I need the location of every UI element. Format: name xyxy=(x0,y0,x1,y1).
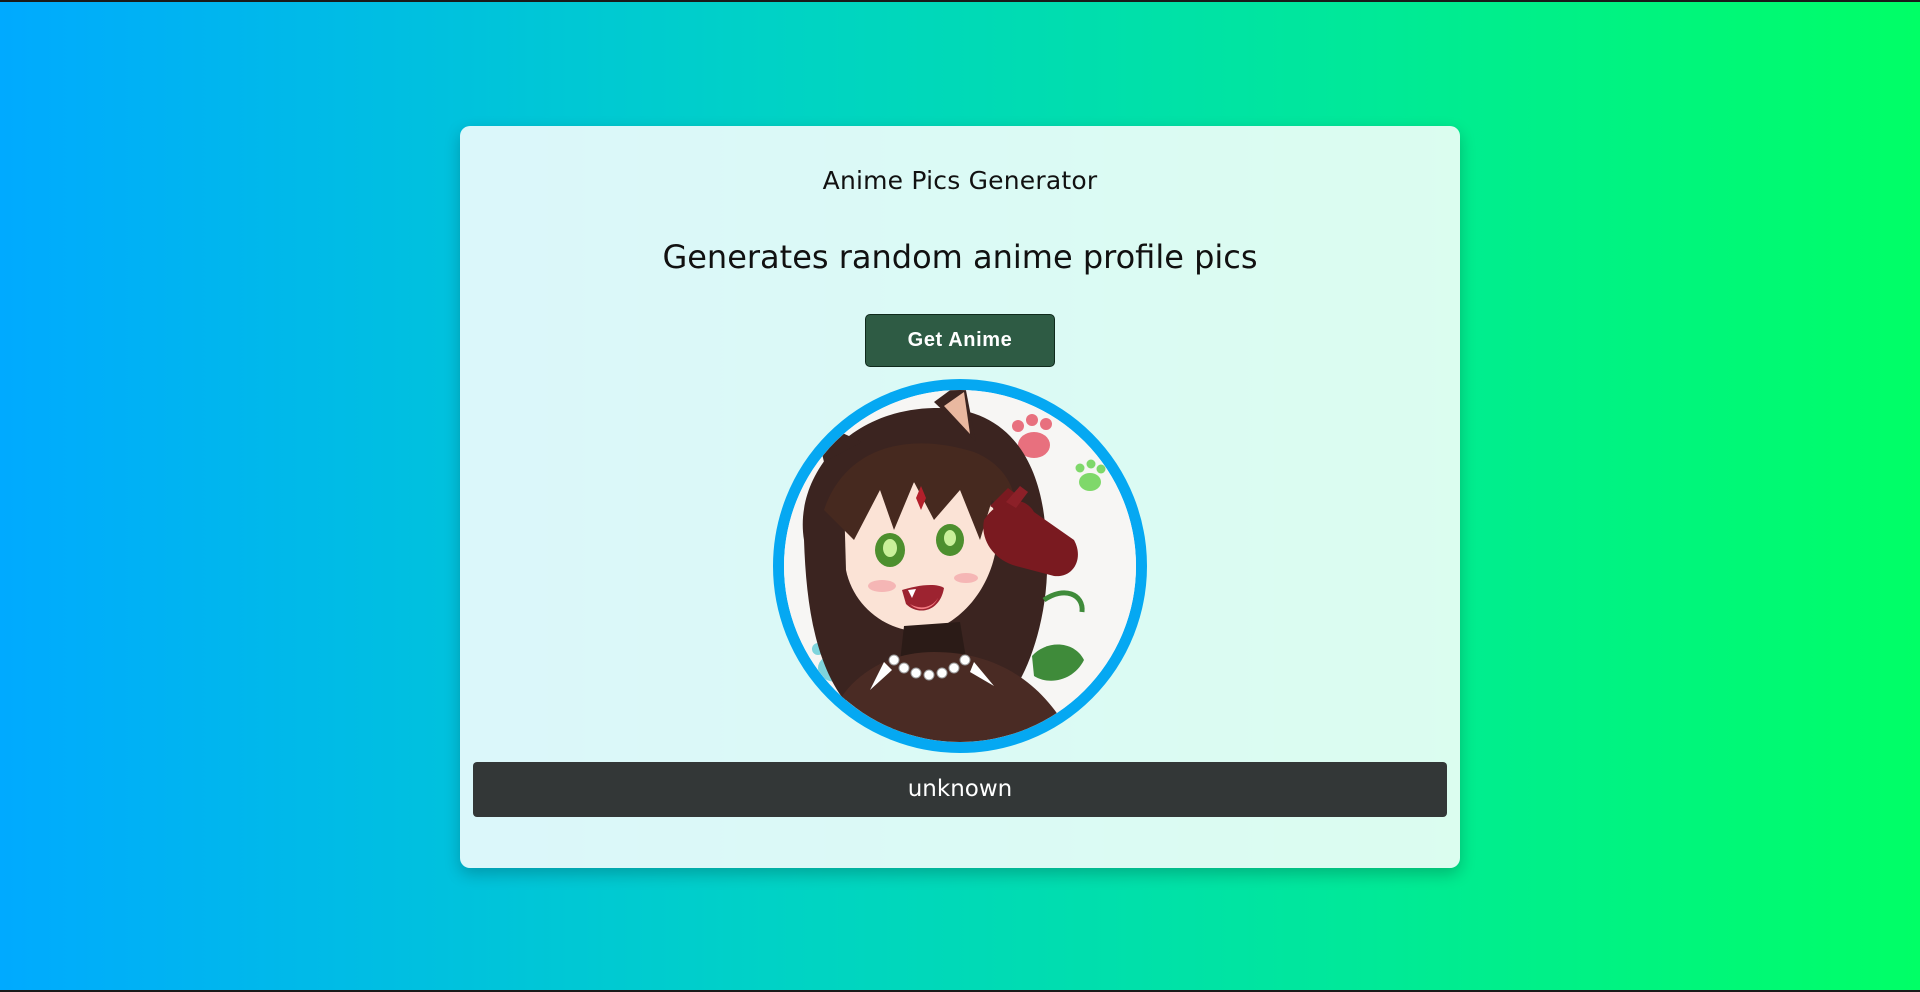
app-title: Anime Pics Generator xyxy=(822,166,1098,195)
artist-name-bar: unknown xyxy=(473,762,1447,817)
app-subtitle: Generates random anime profile pics xyxy=(662,238,1258,276)
anime-avatar-image xyxy=(773,379,1147,753)
get-anime-button[interactable]: Get Anime xyxy=(865,314,1055,367)
anime-character-illustration xyxy=(784,390,1136,742)
top-border-line xyxy=(0,0,1920,2)
generator-card: Anime Pics Generator Generates random an… xyxy=(460,126,1460,868)
